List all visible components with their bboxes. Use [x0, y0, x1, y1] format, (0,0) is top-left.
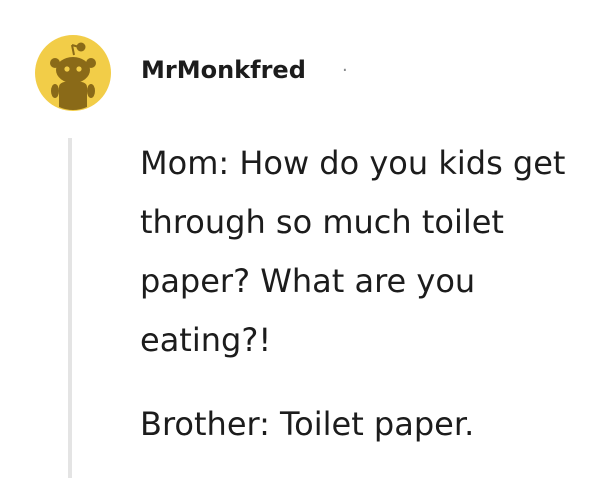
snoo-avatar-icon [50, 42, 96, 110]
comment-paragraph: Mom: How do you kids get through so much… [140, 144, 566, 359]
comment-body: Mom: How do you kids get through so much… [140, 134, 580, 454]
separator-dot: · [342, 60, 348, 81]
comment-paragraph: Brother: Toilet paper. [140, 405, 475, 443]
thread-line[interactable] [68, 138, 72, 478]
avatar[interactable] [35, 35, 111, 111]
username[interactable]: MrMonkfred [141, 56, 306, 84]
